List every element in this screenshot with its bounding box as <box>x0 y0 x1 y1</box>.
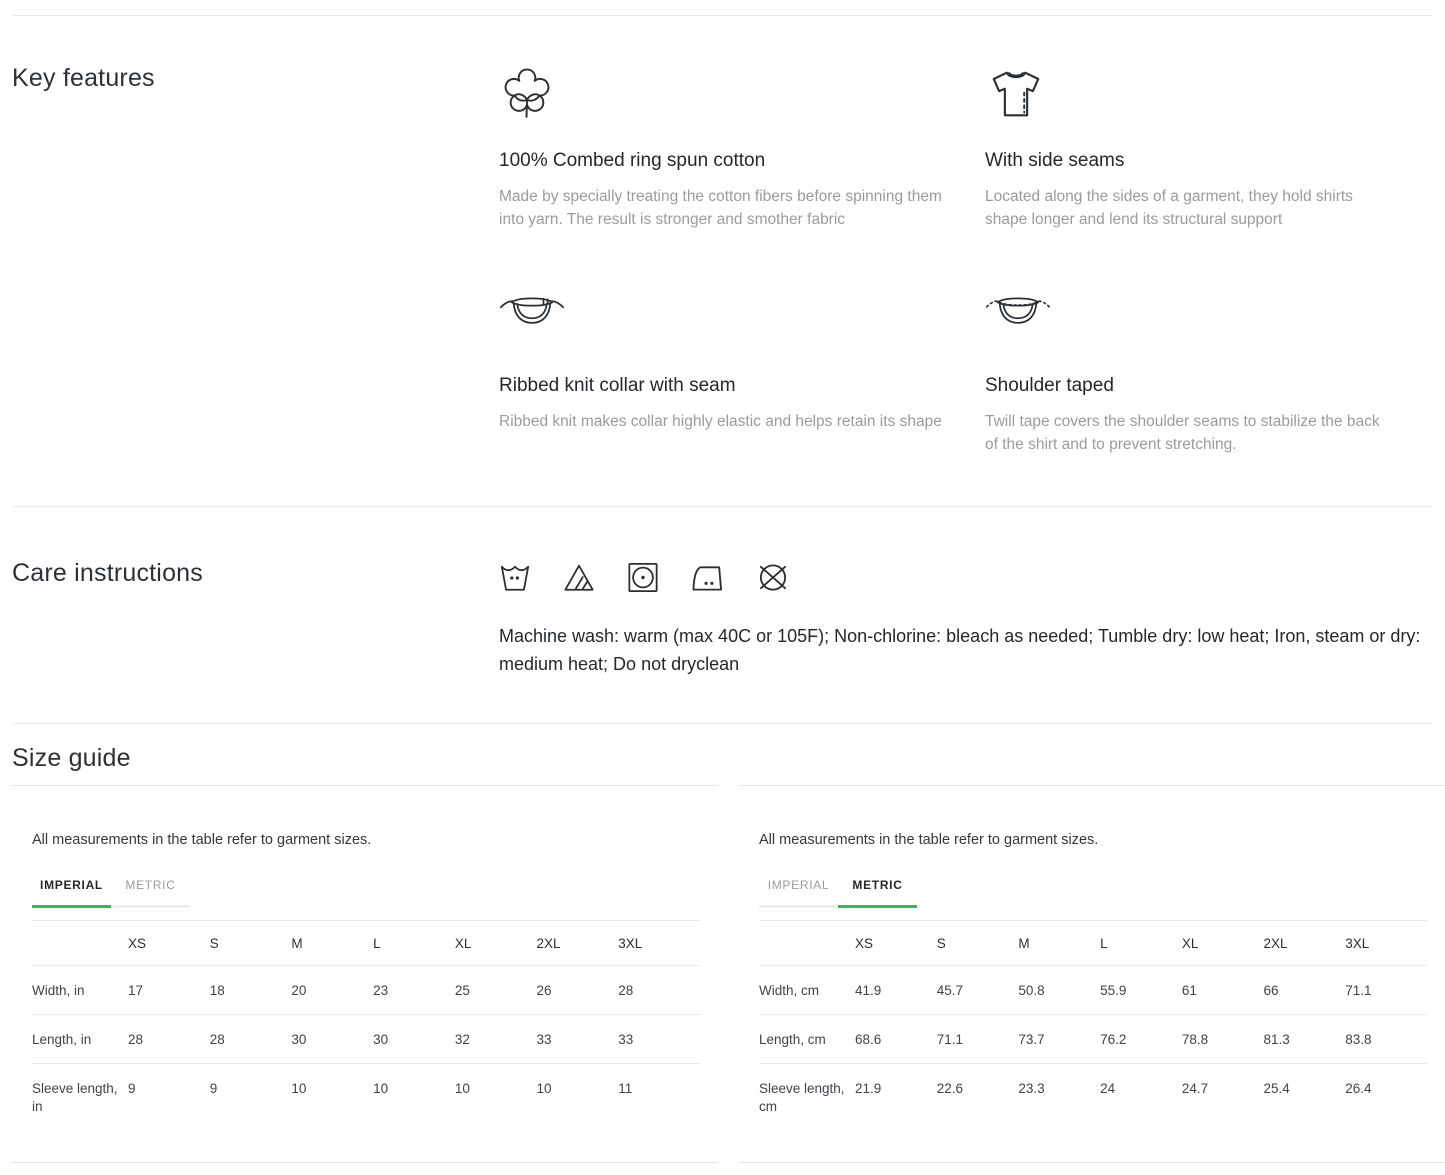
feature-shoulder-taped: Shoulder taped Twill tape covers the sho… <box>985 289 1432 456</box>
feature-title: 100% Combed ring spun cotton <box>499 150 945 172</box>
size-table-imperial: XS S M L XL 2XL 3XL Width, in 17 18 20 <box>32 920 700 1128</box>
cotton-icon <box>499 64 555 126</box>
row-label: Width, cm <box>759 966 855 1015</box>
tab-imperial[interactable]: IMPERIAL <box>32 878 111 908</box>
size-table-metric: XS S M L XL 2XL 3XL Width, cm 41.9 45.7 <box>759 920 1427 1128</box>
measurements-note: All measurements in the table refer to g… <box>759 832 1435 848</box>
tab-imperial[interactable]: IMPERIAL <box>759 878 838 908</box>
size-col: 2XL <box>537 921 619 966</box>
size-guide-section: Size guide All measurements in the table… <box>0 724 1445 1163</box>
shoulder-tape-collar-icon <box>985 289 1051 331</box>
row-label: Length, in <box>32 1015 128 1064</box>
feature-description: Made by specially treating the cotton fi… <box>499 185 945 231</box>
size-col: 3XL <box>618 921 700 966</box>
size-col: XL <box>455 921 537 966</box>
table-row-width: Width, in 17 18 20 23 25 26 28 <box>32 966 700 1015</box>
feature-side-seams: With side seams Located along the sides … <box>985 64 1432 231</box>
size-col: M <box>291 921 373 966</box>
table-row-length: Length, in 28 28 30 30 32 33 33 <box>32 1015 700 1064</box>
non-chlorine-bleach-icon <box>563 561 595 594</box>
table-row-length: Length, cm 68.6 71.1 73.7 76.2 78.8 81.3… <box>759 1015 1427 1064</box>
care-icons-row <box>499 559 1432 595</box>
row-label: Sleeve length, cm <box>759 1064 855 1128</box>
size-col: 3XL <box>1345 921 1427 966</box>
unit-tabs: IMPERIAL METRIC <box>32 878 708 908</box>
row-label: Length, cm <box>759 1015 855 1064</box>
size-col: 2XL <box>1264 921 1346 966</box>
feature-ribbed-collar: Ribbed knit collar with seam Ribbed knit… <box>499 289 985 456</box>
size-guide-card-metric: All measurements in the table refer to g… <box>739 785 1445 1163</box>
measurements-note: All measurements in the table refer to g… <box>32 832 708 848</box>
size-col: XS <box>855 921 937 966</box>
tumble-dry-low-icon <box>627 561 659 594</box>
key-features-section: Key features 100% Combed ring spun cotto… <box>0 16 1445 506</box>
ribbed-collar-icon <box>499 289 565 331</box>
tab-metric[interactable]: METRIC <box>111 878 190 908</box>
feature-combed-cotton: 100% Combed ring spun cotton Made by spe… <box>499 64 985 231</box>
machine-wash-warm-icon <box>499 561 531 594</box>
care-instructions-section: Care instructions <box>0 507 1445 723</box>
feature-title: With side seams <box>985 150 1392 172</box>
feature-description: Ribbed knit makes collar highly elastic … <box>499 410 945 433</box>
size-header-row: XS S M L XL 2XL 3XL <box>32 921 700 966</box>
feature-description: Twill tape covers the shoulder seams to … <box>985 410 1392 456</box>
size-guide-card-imperial: All measurements in the table refer to g… <box>12 785 718 1163</box>
size-col: XS <box>128 921 210 966</box>
side-seams-tshirt-icon <box>985 64 1047 124</box>
size-col: S <box>937 921 1019 966</box>
size-col: L <box>373 921 455 966</box>
feature-title: Ribbed knit collar with seam <box>499 375 945 397</box>
size-header-row: XS S M L XL 2XL 3XL <box>759 921 1427 966</box>
care-instructions-text: Machine wash: warm (max 40C or 105F); No… <box>499 622 1429 678</box>
iron-medium-icon <box>691 561 724 594</box>
size-guide-heading: Size guide <box>12 744 1445 773</box>
table-row-sleeve: Sleeve length, in 9 9 10 10 10 10 11 <box>32 1064 700 1128</box>
size-col: XL <box>1182 921 1264 966</box>
table-row-sleeve: Sleeve length, cm 21.9 22.6 23.3 24 24.7… <box>759 1064 1427 1128</box>
size-col: S <box>210 921 292 966</box>
row-label: Sleeve length, in <box>32 1064 128 1128</box>
row-label: Width, in <box>32 966 128 1015</box>
feature-title: Shoulder taped <box>985 375 1392 397</box>
tab-metric[interactable]: METRIC <box>838 878 917 908</box>
size-col: L <box>1100 921 1182 966</box>
key-features-heading: Key features <box>12 64 499 93</box>
key-features-grid: 100% Combed ring spun cotton Made by spe… <box>499 64 1432 456</box>
feature-description: Located along the sides of a garment, th… <box>985 185 1392 231</box>
unit-tabs: IMPERIAL METRIC <box>759 878 1435 908</box>
do-not-dryclean-icon <box>756 561 790 594</box>
table-row-width: Width, cm 41.9 45.7 50.8 55.9 61 66 71.1 <box>759 966 1427 1015</box>
care-instructions-heading: Care instructions <box>12 559 499 588</box>
size-col: M <box>1018 921 1100 966</box>
